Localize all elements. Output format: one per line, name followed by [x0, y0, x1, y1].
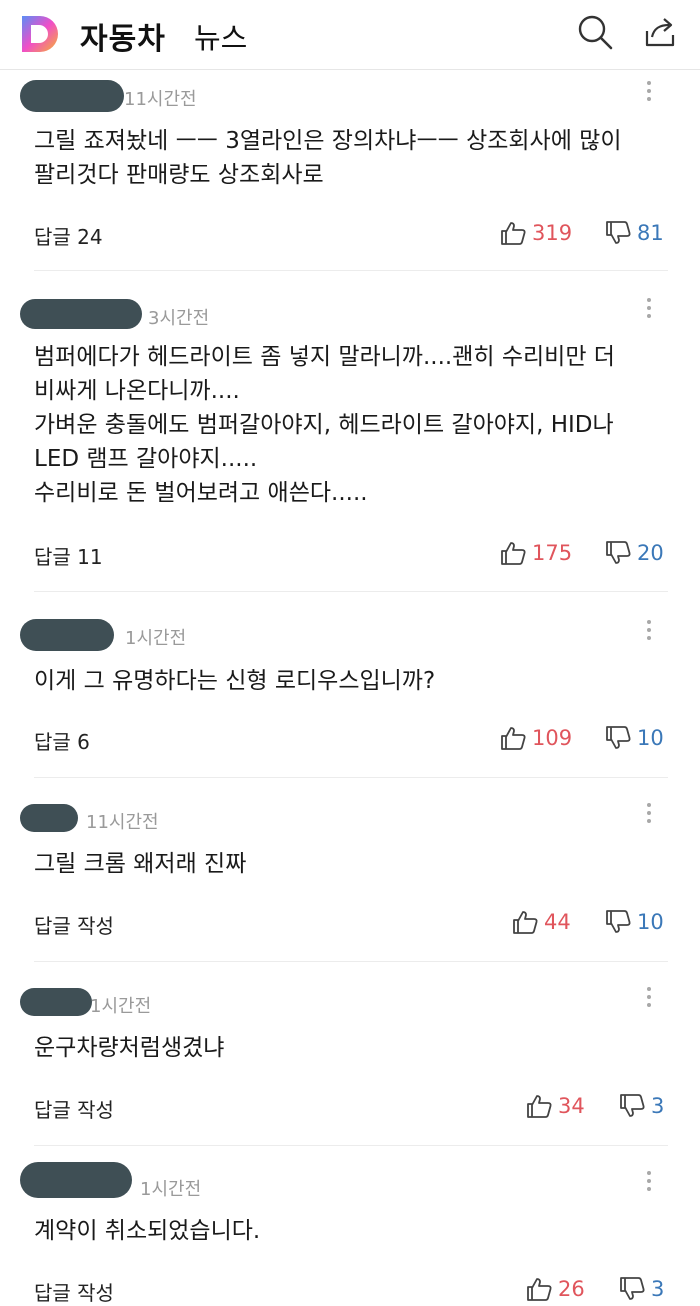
dislike-count: 81 — [637, 221, 664, 245]
like-button[interactable]: 44 — [512, 909, 571, 935]
dislike-button[interactable]: 3 — [619, 1276, 664, 1302]
comment-line: LED 램프 갈아야지..... — [34, 446, 258, 472]
search-icon — [576, 13, 614, 55]
thumbs-up-icon — [526, 1276, 552, 1302]
comment-time: 3시간전 — [148, 308, 210, 329]
more-options-icon[interactable] — [637, 76, 661, 106]
redacted-username — [20, 988, 92, 1016]
thumbs-up-icon — [526, 1093, 552, 1119]
comment-line: 수리비로 돈 벌어보려고 애쓴다..... — [34, 480, 368, 506]
like-count: 319 — [532, 221, 573, 245]
comment-time: 1시간전 — [125, 628, 187, 649]
like-count: 109 — [532, 726, 573, 750]
thumbs-down-icon — [605, 725, 631, 751]
comment-line: 계약이 취소되었습니다. — [34, 1218, 261, 1244]
comment-line: 비싸게 나온다니까.... — [34, 378, 240, 404]
dislike-button[interactable]: 10 — [605, 725, 664, 751]
search-button[interactable] — [573, 12, 617, 56]
comment-divider — [34, 1145, 668, 1146]
comment-time: 1시간전 — [90, 996, 152, 1017]
comment-text: 이게 그 유명하다는 신형 로디우스입니까? — [34, 664, 654, 698]
thumbs-up-icon — [512, 909, 538, 935]
reply-button[interactable]: 답글 24 — [34, 221, 103, 250]
comment-text: 운구차량처럼생겼냐 — [34, 1031, 654, 1065]
like-count: 34 — [558, 1094, 585, 1118]
like-button[interactable]: 26 — [526, 1276, 585, 1302]
comment-divider — [34, 961, 668, 962]
like-count: 44 — [544, 910, 571, 934]
comment-line: 범퍼에다가 헤드라이트 좀 넣지 말라니까....괜히 수리비만 더 — [34, 344, 615, 370]
comment-line: 그릴 크롬 왜저래 진짜 — [34, 851, 247, 877]
thumbs-down-icon — [605, 220, 631, 246]
redacted-username — [20, 299, 142, 329]
comment-time: 11시간전 — [86, 812, 159, 833]
comment-divider — [34, 777, 668, 778]
reply-button[interactable]: 답글 작성 — [34, 1277, 114, 1306]
thumbs-down-icon — [619, 1276, 645, 1302]
comment-text: 그릴 죠져놨네 ㅡㅡ 3열라인은 장의차냐ㅡㅡ 상조회사에 많이 팔리것다 판매… — [34, 124, 654, 192]
more-options-icon[interactable] — [637, 293, 661, 323]
thumbs-down-icon — [605, 540, 631, 566]
redacted-username — [20, 80, 124, 112]
section-title[interactable]: 뉴스 — [194, 15, 247, 57]
dislike-button[interactable]: 81 — [605, 220, 664, 246]
comment-line: 그릴 죠져놨네 ㅡㅡ 3열라인은 장의차냐ㅡㅡ 상조회사에 많이 — [34, 128, 622, 154]
dislike-count: 10 — [637, 726, 664, 750]
comment-text: 계약이 취소되었습니다. — [34, 1214, 654, 1248]
share-button[interactable] — [638, 12, 682, 56]
more-options-icon[interactable] — [637, 798, 661, 828]
dislike-count: 20 — [637, 541, 664, 565]
reply-button[interactable]: 답글 작성 — [34, 910, 114, 939]
comment-time: 11시간전 — [124, 89, 197, 110]
dislike-button[interactable]: 10 — [605, 909, 664, 935]
reply-button[interactable]: 답글 11 — [34, 541, 103, 570]
thumbs-down-icon — [605, 909, 631, 935]
like-count: 26 — [558, 1277, 585, 1301]
share-icon — [641, 13, 679, 55]
redacted-username — [20, 619, 114, 651]
more-options-icon[interactable] — [637, 1166, 661, 1196]
like-button[interactable]: 109 — [500, 725, 572, 751]
dislike-button[interactable]: 3 — [619, 1093, 664, 1119]
like-button[interactable]: 319 — [500, 220, 572, 246]
dislike-count: 3 — [651, 1094, 665, 1118]
comment-text: 그릴 크롬 왜저래 진짜 — [34, 847, 654, 881]
reply-button[interactable]: 답글 6 — [34, 726, 90, 755]
redacted-username — [20, 1162, 132, 1198]
dislike-button[interactable]: 20 — [605, 540, 664, 566]
thumbs-down-icon — [619, 1093, 645, 1119]
comment-text: 범퍼에다가 헤드라이트 좀 넣지 말라니까....괜히 수리비만 더 비싸게 나… — [34, 340, 654, 510]
thumbs-up-icon — [500, 220, 526, 246]
comment-line: 가벼운 충돌에도 범퍼갈아야지, 헤드라이트 갈아야지, HID나 — [34, 412, 614, 438]
comment-divider — [34, 591, 668, 592]
more-options-icon[interactable] — [637, 982, 661, 1012]
like-button[interactable]: 34 — [526, 1093, 585, 1119]
like-button[interactable]: 175 — [500, 540, 572, 566]
comment-time: 1시간전 — [140, 1179, 202, 1200]
dislike-count: 10 — [637, 910, 664, 934]
daum-logo[interactable] — [18, 12, 62, 56]
comment-line: 이게 그 유명하다는 신형 로디우스입니까? — [34, 668, 436, 694]
more-options-icon[interactable] — [637, 615, 661, 645]
comment-line: 운구차량처럼생겼냐 — [34, 1035, 225, 1061]
comment-line: 팔리것다 판매량도 상조회사로 — [34, 162, 324, 188]
like-count: 175 — [532, 541, 573, 565]
redacted-username — [20, 804, 78, 832]
top-header: 자동차 뉴스 — [0, 0, 700, 70]
comment-divider — [34, 270, 668, 271]
app-title[interactable]: 자동차 — [80, 14, 166, 58]
thumbs-up-icon — [500, 540, 526, 566]
reply-button[interactable]: 답글 작성 — [34, 1094, 114, 1123]
dislike-count: 3 — [651, 1277, 665, 1301]
thumbs-up-icon — [500, 725, 526, 751]
